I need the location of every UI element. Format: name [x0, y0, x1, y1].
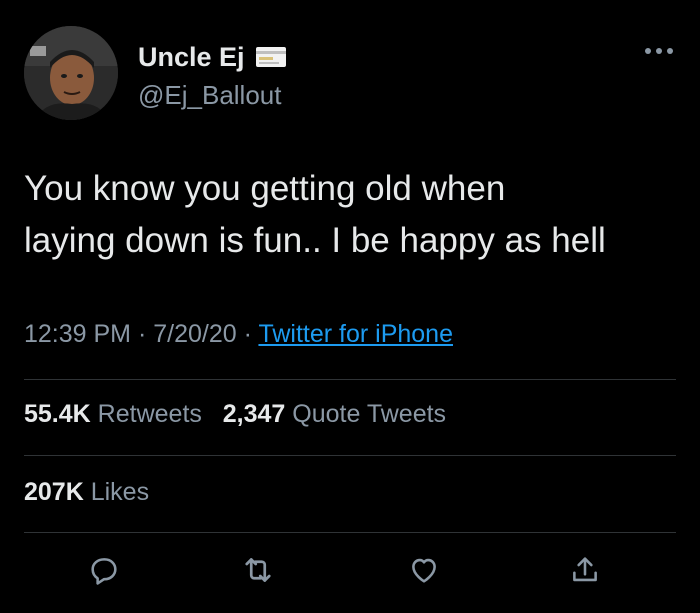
divider — [24, 532, 676, 533]
likes-label: Likes — [90, 478, 150, 506]
quote-tweets-count: 2,347 — [222, 400, 286, 428]
more-options-icon[interactable] — [642, 44, 676, 58]
meta-separator: · — [137, 320, 147, 348]
retweets-stat[interactable]: 55.4K Retweets — [24, 400, 209, 428]
tweet-date[interactable]: 7/20/20 — [153, 320, 236, 348]
tweet-detail: Uncle Ej @Ej_Ballout You know you gettin… — [0, 0, 700, 613]
retweets-count: 55.4K — [24, 400, 91, 428]
tweet-text: You know you getting old when laying dow… — [24, 169, 606, 260]
likes-stats: 207K Likes — [24, 478, 149, 507]
engagement-stats: 55.4K Retweets 2,347 Quote Tweets — [24, 400, 446, 429]
tweet-header: Uncle Ej @Ej_Ballout — [24, 26, 676, 122]
divider — [24, 455, 676, 456]
heart-icon[interactable] — [402, 548, 446, 592]
avatar[interactable] — [24, 26, 118, 120]
reply-icon[interactable] — [82, 548, 126, 592]
likes-count: 207K — [24, 478, 84, 506]
display-name-row: Uncle Ej — [138, 40, 287, 74]
divider — [24, 379, 676, 380]
tweet-time[interactable]: 12:39 PM — [24, 320, 131, 348]
action-bar — [0, 548, 700, 598]
user-info: Uncle Ej @Ej_Ballout — [138, 40, 287, 111]
user-handle[interactable]: @Ej_Ballout — [138, 80, 287, 111]
card-icon — [255, 45, 287, 69]
quote-tweets-label: Quote Tweets — [292, 400, 447, 428]
quote-tweets-stat[interactable]: 2,347 Quote Tweets — [223, 400, 446, 428]
meta-separator: · — [243, 320, 252, 348]
tweet-source-link[interactable]: Twitter for iPhone — [258, 320, 453, 348]
retweet-icon[interactable] — [236, 548, 280, 592]
tweet-meta: 12:39 PM · 7/20/20 · Twitter for iPhone — [24, 320, 453, 349]
share-icon[interactable] — [563, 548, 607, 592]
display-name[interactable]: Uncle Ej — [138, 42, 245, 73]
retweets-label: Retweets — [97, 400, 202, 428]
likes-stat[interactable]: 207K Likes — [24, 478, 149, 506]
